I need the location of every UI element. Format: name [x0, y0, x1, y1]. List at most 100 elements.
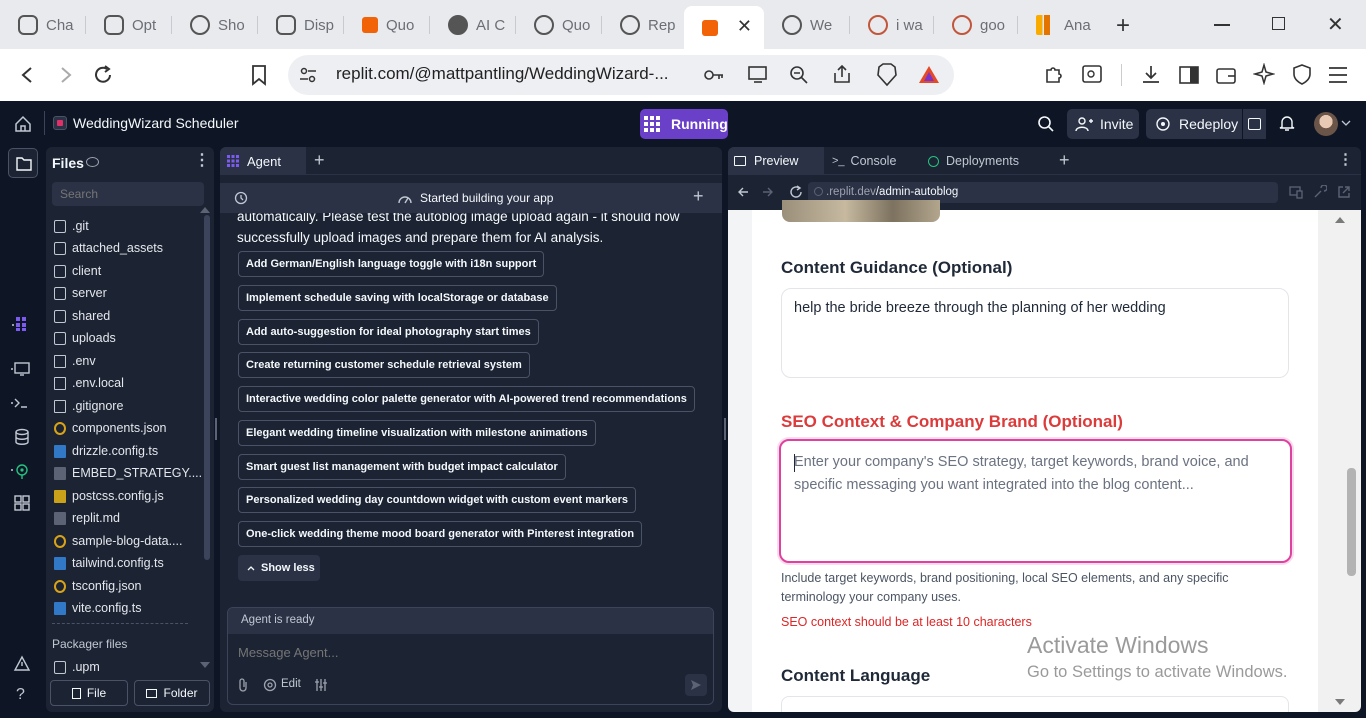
file-tree-item[interactable]: tailwind.config.ts — [46, 552, 164, 574]
file-tree-item[interactable]: client — [46, 260, 101, 282]
suggestion-button[interactable]: Add auto-suggestion for ideal photograph… — [238, 319, 539, 345]
run-status-button[interactable]: Running — [640, 109, 728, 139]
agent-tool-icon[interactable] — [12, 316, 32, 332]
browser-tab[interactable]: AI C — [430, 8, 516, 42]
reader-mode-icon[interactable] — [1081, 64, 1103, 84]
back-icon[interactable] — [18, 65, 38, 85]
content-language-select[interactable] — [781, 696, 1289, 712]
show-less-button[interactable]: Show less — [238, 555, 320, 581]
file-tree-item[interactable]: drizzle.config.ts — [46, 440, 158, 462]
file-tree-item[interactable]: .upm — [46, 656, 100, 678]
new-tab-icon[interactable]: + — [1116, 12, 1130, 40]
key-icon[interactable] — [703, 66, 725, 84]
deployments-tool-icon[interactable] — [11, 462, 33, 480]
more-options-icon[interactable]: ⋮ — [1338, 152, 1353, 167]
suggestion-button[interactable]: Interactive wedding color palette genera… — [238, 386, 695, 412]
sidebar-icon[interactable] — [1178, 65, 1200, 85]
all-tools-icon[interactable] — [13, 494, 31, 512]
tab-console[interactable]: >_ Console — [832, 147, 924, 175]
alert-icon[interactable] — [13, 655, 31, 673]
files-tool-button[interactable] — [8, 148, 38, 178]
new-tab-icon[interactable]: + — [314, 150, 325, 171]
suggestion-button[interactable]: Implement schedule saving with localStor… — [238, 285, 557, 311]
browser-tab[interactable]: Opt — [86, 8, 172, 42]
bell-icon[interactable] — [1278, 114, 1296, 132]
brave-lion-icon[interactable] — [876, 63, 898, 87]
preview-scrollbar-track[interactable] — [1318, 210, 1361, 712]
brave-rewards-icon[interactable] — [918, 64, 940, 84]
file-tree-item[interactable]: EMBED_STRATEGY.... — [46, 462, 202, 484]
browser-tab[interactable]: Sho — [172, 8, 258, 42]
forward-icon[interactable] — [762, 186, 774, 198]
browser-tab[interactable]: i wa — [850, 8, 934, 42]
new-folder-button[interactable]: Folder — [134, 680, 210, 706]
cast-icon[interactable] — [746, 64, 770, 84]
minimize-icon[interactable] — [1214, 24, 1230, 26]
file-tree-item[interactable]: components.json — [46, 417, 167, 439]
browser-tab[interactable]: goo — [934, 8, 1018, 42]
file-tree-scrollbar[interactable] — [204, 215, 210, 560]
browser-tab[interactable]: Cha — [0, 8, 86, 42]
close-window-icon[interactable]: ✕ — [1327, 12, 1344, 37]
ai-sparkle-icon[interactable] — [1253, 63, 1275, 85]
vpn-shield-icon[interactable] — [1291, 63, 1313, 85]
browser-tab[interactable]: Rep — [602, 8, 684, 42]
help-icon[interactable]: ? — [16, 686, 25, 704]
close-tab-icon[interactable]: ✕ — [737, 17, 752, 35]
file-tree-item[interactable]: .env — [46, 350, 96, 372]
edit-settings-icon[interactable] — [263, 678, 277, 692]
menu-icon[interactable] — [1327, 65, 1349, 85]
paperclip-icon[interactable] — [237, 678, 249, 692]
scroll-down-icon[interactable] — [1335, 699, 1345, 705]
suggestion-button[interactable]: Add German/English language toggle with … — [238, 251, 545, 277]
file-tree-item[interactable]: .git — [46, 215, 89, 237]
project-name[interactable]: WeddingWizard Scheduler — [73, 115, 239, 131]
suggestion-button[interactable]: Personalized wedding day countdown widge… — [238, 487, 637, 513]
reload-icon[interactable] — [92, 64, 114, 86]
extensions-icon[interactable] — [1043, 63, 1065, 85]
preview-tool-icon[interactable] — [11, 361, 33, 377]
tab-deployments[interactable]: Deployments — [928, 147, 1048, 175]
search-icon[interactable] — [1037, 115, 1055, 133]
agent-message-input[interactable] — [232, 642, 702, 662]
suggestion-button[interactable]: Create returning customer schedule retri… — [238, 352, 530, 378]
device-icon[interactable] — [1289, 185, 1303, 199]
file-tree-item[interactable]: server — [46, 282, 107, 304]
file-tree-item[interactable]: uploads — [46, 327, 116, 349]
new-chat-icon[interactable]: + — [693, 186, 704, 207]
new-tab-icon[interactable]: + — [1059, 150, 1070, 171]
edit-mode-button[interactable]: Edit — [281, 678, 301, 690]
deploy-options-button[interactable] — [1242, 109, 1266, 139]
file-tree-item[interactable]: attached_assets — [46, 237, 163, 259]
file-search-input[interactable] — [52, 182, 204, 206]
open-new-window-icon[interactable] — [1337, 185, 1351, 199]
database-icon[interactable] — [13, 428, 31, 446]
browser-tab[interactable]: Ana — [1018, 8, 1104, 42]
share-icon[interactable] — [832, 64, 852, 84]
devtools-wrench-icon[interactable] — [1313, 185, 1327, 199]
new-file-button[interactable]: File — [50, 680, 128, 706]
file-tree-item[interactable]: .env.local — [46, 372, 124, 394]
reload-icon[interactable] — [789, 185, 803, 199]
history-icon[interactable] — [234, 191, 248, 205]
browser-tab[interactable]: Disp — [258, 8, 344, 42]
resize-handle[interactable] — [724, 418, 726, 440]
file-tree-item[interactable]: sample-blog-data.... — [46, 530, 182, 552]
avatar[interactable] — [1314, 112, 1338, 136]
send-button[interactable] — [685, 674, 707, 696]
bookmark-icon[interactable] — [250, 64, 268, 86]
wallet-icon[interactable] — [1215, 65, 1237, 85]
resize-handle[interactable] — [215, 418, 217, 440]
file-tree-item[interactable]: .gitignore — [46, 395, 123, 417]
seo-context-textarea[interactable]: Enter your company's SEO strategy, targe… — [779, 439, 1292, 563]
scroll-up-icon[interactable] — [1335, 217, 1345, 223]
suggestion-button[interactable]: One-click wedding theme mood board gener… — [238, 521, 643, 547]
file-tree-item[interactable]: tsconfig.json — [46, 575, 141, 597]
download-icon[interactable] — [1140, 64, 1162, 86]
scroll-down-icon[interactable] — [200, 662, 210, 668]
file-tree-item[interactable]: postcss.config.js — [46, 485, 164, 507]
content-guidance-textarea[interactable]: help the bride breeze through the planni… — [781, 288, 1289, 378]
zoom-icon[interactable] — [789, 65, 809, 85]
console-tool-icon[interactable] — [11, 395, 33, 411]
sliders-icon[interactable] — [314, 678, 328, 692]
